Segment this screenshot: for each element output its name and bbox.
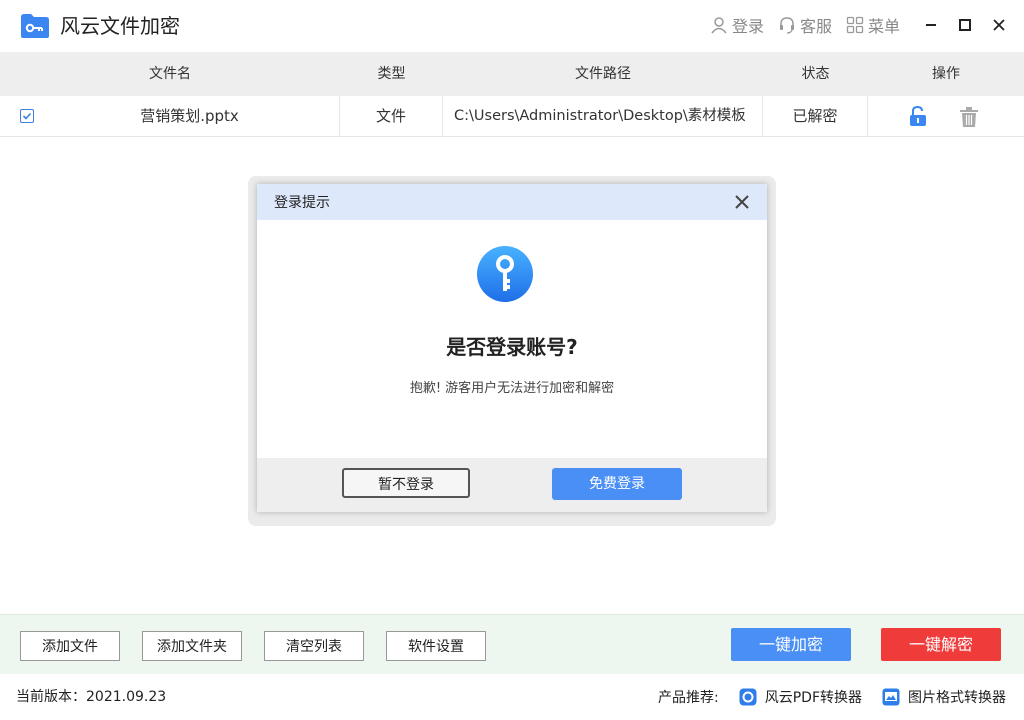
image-converter-icon (882, 688, 900, 706)
add-folder-button[interactable]: 添加文件夹 (142, 631, 242, 661)
settings-button[interactable]: 软件设置 (386, 631, 486, 661)
product-link-image[interactable]: 图片格式转换器 (882, 687, 1006, 707)
bottom-toolbar: 添加文件 添加文件夹 清空列表 软件设置 一键加密 一键解密 (0, 614, 1024, 675)
table-header: 文件名 类型 文件路径 状态 操作 (0, 52, 1024, 96)
user-icon (711, 17, 727, 34)
decrypt-all-button[interactable]: 一键解密 (881, 628, 1001, 661)
free-login-button[interactable]: 免费登录 (552, 468, 682, 500)
checkmark-icon (22, 112, 32, 120)
close-icon (993, 19, 1005, 31)
key-icon (477, 246, 533, 302)
title-bar: 风云文件加密 登录 客服 菜单 (0, 0, 1024, 52)
dialog-close-button[interactable] (733, 193, 751, 211)
dialog-footer: 暂不登录 免费登录 (257, 458, 767, 512)
cell-path: C:\Users\Administrator\Desktop\素材模板 (443, 96, 763, 136)
login-label: 登录 (731, 17, 764, 36)
dialog-title: 登录提示 (274, 195, 330, 211)
pdf-converter-icon (739, 688, 757, 706)
column-header-filename[interactable]: 文件名 (100, 52, 240, 96)
column-header-path[interactable]: 文件路径 (443, 52, 763, 96)
close-window-button[interactable] (982, 10, 1016, 40)
maximize-icon (959, 19, 971, 31)
not-now-button[interactable]: 暂不登录 (342, 468, 470, 498)
product-link-pdf[interactable]: 风云PDF转换器 (739, 687, 862, 707)
headset-icon (779, 17, 794, 34)
cell-status: 已解密 (763, 96, 868, 136)
dialog-question: 是否登录账号? (446, 335, 578, 359)
close-icon (735, 195, 749, 209)
service-label: 客服 (799, 17, 832, 36)
grid-icon (846, 16, 864, 34)
recommend-label: 产品推荐: (658, 690, 719, 706)
dialog-message: 抱歉! 游客用户无法进行加密和解密 (409, 381, 615, 396)
dialog-header: 登录提示 (257, 184, 767, 220)
version-text: 当前版本：2021.09.23 (16, 689, 167, 705)
login-link[interactable]: 登录 (710, 13, 764, 37)
unlock-button[interactable] (908, 105, 928, 127)
menu-link[interactable]: 菜单 (846, 13, 900, 37)
table-row[interactable]: 营销策划.pptx 文件 C:\Users\Administrator\Desk… (0, 96, 1024, 137)
add-file-button[interactable]: 添加文件 (20, 631, 120, 661)
product-name-image: 图片格式转换器 (908, 690, 1006, 706)
clear-list-button[interactable]: 清空列表 (264, 631, 364, 661)
app-logo-icon (21, 14, 49, 38)
delete-button[interactable] (959, 106, 979, 128)
column-header-status[interactable]: 状态 (763, 52, 868, 96)
cell-type: 文件 (340, 96, 443, 136)
minimize-icon (926, 24, 936, 26)
app-title: 风云文件加密 (60, 14, 180, 38)
menu-label: 菜单 (867, 17, 900, 36)
customer-service-link[interactable]: 客服 (778, 13, 832, 37)
unlock-icon (910, 105, 926, 126)
row-checkbox[interactable] (20, 109, 34, 123)
column-header-type[interactable]: 类型 (340, 52, 443, 96)
maximize-button[interactable] (948, 10, 982, 40)
column-header-actions[interactable]: 操作 (868, 52, 1024, 96)
encrypt-all-button[interactable]: 一键加密 (731, 628, 851, 661)
minimize-button[interactable] (914, 10, 948, 40)
status-bar: 当前版本：2021.09.23 产品推荐: 风云PDF转换器 图片格式转换器 (0, 674, 1024, 720)
product-name-pdf: 风云PDF转换器 (764, 690, 862, 706)
trash-icon (960, 107, 978, 127)
cell-filename: 营销策划.pptx (40, 96, 340, 136)
login-dialog: 登录提示 是否登录账号? 抱歉! 游客用户无法进行加密和解密 暂不登录 免费登录 (257, 184, 767, 512)
